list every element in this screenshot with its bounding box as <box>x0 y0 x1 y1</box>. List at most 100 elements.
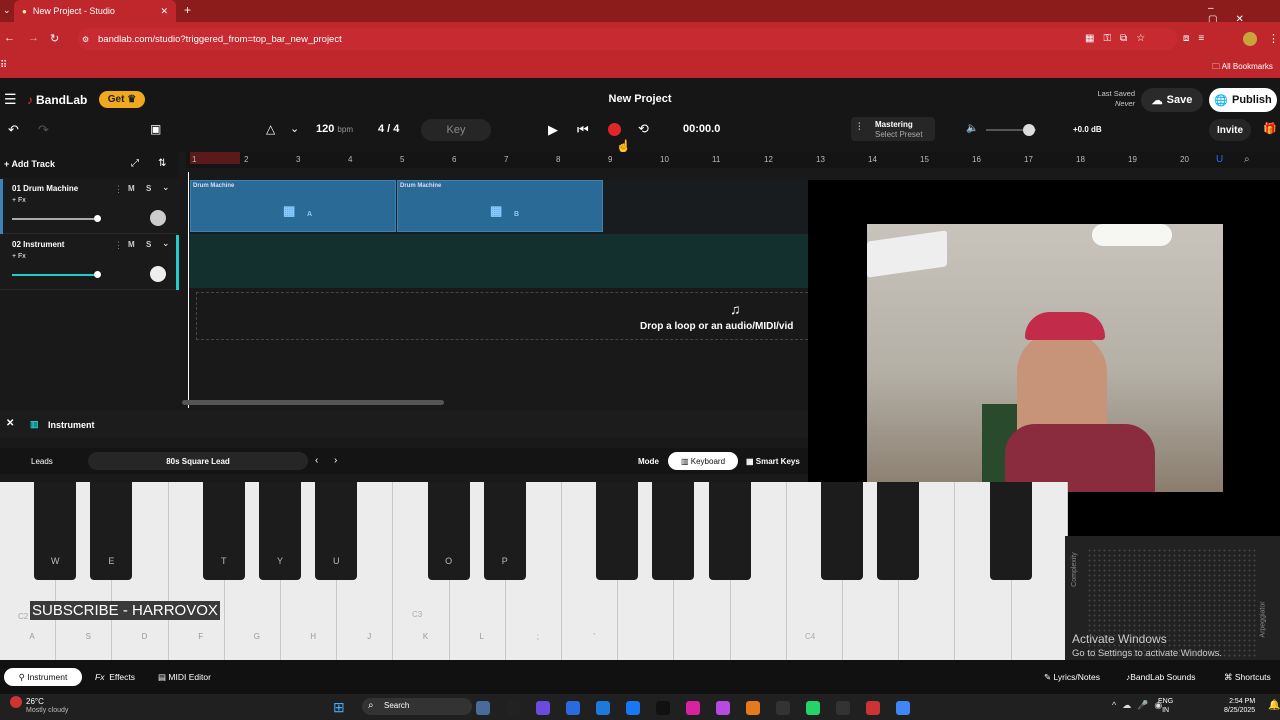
site-info-icon[interactable]: ⚙ <box>82 35 89 44</box>
clip-b[interactable]: Drum Machine ▦ B <box>397 180 603 232</box>
taskbar-app-icon[interactable] <box>746 701 760 715</box>
apps-grid-icon[interactable]: ⠿ <box>0 60 7 71</box>
fx-button[interactable]: + Fx <box>12 253 26 260</box>
notification-icon[interactable]: 🔔 <box>1268 700 1280 711</box>
hamburger-icon[interactable]: ☰ <box>4 91 17 108</box>
browser-tab[interactable]: ● New Project - Studio ✕ <box>14 0 176 22</box>
track-expand-icon[interactable]: ⌄ <box>162 182 170 193</box>
solo-button[interactable]: S <box>146 184 151 193</box>
back-icon[interactable]: ← <box>4 32 15 44</box>
timeline-ruler[interactable]: 1 2 3 4 5 6 7 8 9 10 11 12 13 14 15 16 17 18 19 20 U ⌕ <box>186 152 1280 168</box>
windows-start-icon[interactable]: ⊞ <box>333 699 345 716</box>
taskbar-app-icon[interactable] <box>866 701 880 715</box>
taskbar-app-icon[interactable] <box>806 701 820 715</box>
smart-keys-button[interactable]: ▦ Smart Keys <box>746 457 800 466</box>
drop-zone[interactable]: ♫ Drop a loop or an audio/MIDI/vid <box>196 292 808 340</box>
reload-icon[interactable]: ↻ <box>50 32 59 45</box>
playhead[interactable] <box>188 172 189 408</box>
taskbar-app-icon[interactable] <box>716 701 730 715</box>
tab-close-icon[interactable]: ✕ <box>160 6 168 17</box>
skip-back-icon[interactable]: ⏮ <box>577 122 589 138</box>
automation-icon[interactable]: ⤢ <box>131 158 139 169</box>
piano-keyboard[interactable]: A S D F G H J K L; ' W E T Y U O P <box>0 482 1068 660</box>
weather-temp[interactable]: 26°C <box>26 697 44 706</box>
get-membership-button[interactable]: Get ♛ <box>99 91 145 108</box>
taskbar-app-icon[interactable] <box>686 701 700 715</box>
taskbar-app-icon[interactable] <box>566 701 580 715</box>
track-volume-slider[interactable] <box>12 274 98 276</box>
black-key[interactable] <box>877 482 920 580</box>
forward-icon[interactable]: → <box>28 32 39 44</box>
tab-lyrics[interactable]: ✎ Lyrics/Notes <box>1044 672 1100 683</box>
black-key[interactable] <box>652 482 695 580</box>
taskbar-app-icon[interactable] <box>506 701 520 715</box>
weather-desc[interactable]: Mostly cloudy <box>26 707 68 714</box>
solo-button[interactable]: S <box>146 240 151 249</box>
tab-shortcuts[interactable]: ⌘ Shortcuts <box>1224 672 1271 683</box>
track-header-drum[interactable]: 01 Drum Machine + Fx ⋮ M S ⌄ <box>0 179 178 234</box>
black-key[interactable] <box>708 482 751 580</box>
next-preset-icon[interactable]: › <box>334 455 337 466</box>
taskbar-app-icon[interactable] <box>476 701 490 715</box>
url-field[interactable]: ⚙ bandlab.com/studio?triggered_from=top_… <box>78 28 1178 50</box>
tab-midi-editor[interactable]: ▤ MIDI Editor <box>158 672 211 683</box>
prev-preset-icon[interactable]: ‹ <box>315 455 318 466</box>
tab-search-chevron-icon[interactable]: ⌄ <box>3 5 11 16</box>
record-button[interactable] <box>608 123 621 136</box>
taskbar-app-icon[interactable] <box>536 701 550 715</box>
black-key[interactable] <box>596 482 639 580</box>
black-key[interactable]: O <box>427 482 470 580</box>
black-key[interactable]: P <box>483 482 526 580</box>
mute-button[interactable]: M <box>128 184 135 193</box>
lane-instrument[interactable] <box>188 234 808 288</box>
zoom-icon[interactable]: ⌕ <box>1244 154 1250 165</box>
loop-region[interactable] <box>190 152 240 164</box>
track-menu-icon[interactable]: ⋮ <box>114 184 123 195</box>
mute-speaker-icon[interactable]: 🔈 <box>966 123 978 134</box>
taskbar-app-icon[interactable] <box>596 701 610 715</box>
project-title[interactable]: New Project <box>540 93 740 105</box>
snap-magnet-icon[interactable]: U <box>1216 154 1223 165</box>
tab-instrument[interactable]: ⚲ Instrument <box>4 668 82 686</box>
mute-button[interactable]: M <box>128 240 135 249</box>
taskbar-search[interactable]: ⌕ Search <box>362 698 472 715</box>
black-key[interactable] <box>989 482 1032 580</box>
redo-icon[interactable]: ↷ <box>38 122 49 138</box>
black-key[interactable]: E <box>90 482 133 580</box>
track-pan-knob[interactable] <box>150 266 166 282</box>
menu-icon[interactable]: ⋮ <box>1268 32 1279 45</box>
metronome-icon[interactable]: △ <box>266 122 275 136</box>
extensions-icons[interactable]: ⧈≡ <box>1183 33 1213 44</box>
publish-button[interactable]: 🌐 Publish <box>1209 88 1277 112</box>
taskbar-app-icon[interactable] <box>896 701 910 715</box>
language-indicator[interactable]: ENG IN <box>1158 697 1173 715</box>
track-header-instrument[interactable]: 02 Instrument + Fx ⋮ M S ⌄ <box>0 235 179 290</box>
fx-button[interactable]: + Fx <box>12 197 26 204</box>
undo-icon[interactable]: ↶ <box>8 122 19 138</box>
black-key[interactable]: U <box>315 482 358 580</box>
all-bookmarks[interactable]: 🗀 All Bookmarks <box>1212 61 1273 75</box>
master-volume-knob[interactable] <box>1023 124 1035 136</box>
address-bar-actions[interactable]: ▦⚿⧉☆ <box>1085 33 1154 44</box>
invite-button[interactable]: Invite <box>1209 119 1251 141</box>
layout-icon[interactable]: ▣ <box>150 122 161 136</box>
mastering-button[interactable]: ⫶ Mastering Select Preset <box>851 117 935 141</box>
play-icon[interactable]: ▶ <box>548 122 558 138</box>
track-expand-icon[interactable]: ⌄ <box>162 238 170 249</box>
track-settings-icon[interactable]: ⇅ <box>158 158 166 169</box>
tab-effects[interactable]: Fx Effects <box>95 672 135 682</box>
track-volume-slider[interactable] <box>12 218 98 220</box>
save-button[interactable]: ☁ Save <box>1141 88 1203 112</box>
metronome-chevron-icon[interactable]: ⌄ <box>290 122 299 135</box>
track-name[interactable]: 01 Drum Machine <box>12 184 78 193</box>
weather-icon[interactable] <box>10 696 22 708</box>
gift-icon[interactable]: 🎁 <box>1263 122 1277 135</box>
track-pan-knob[interactable] <box>150 210 166 226</box>
add-track-button[interactable]: + Add Track <box>4 159 55 169</box>
track-volume-handle[interactable] <box>94 271 101 278</box>
profile-avatar[interactable] <box>1243 32 1257 46</box>
clock[interactable]: 2:54 PM 8/25/2025 <box>1224 697 1255 715</box>
horizontal-scrollbar[interactable] <box>182 400 444 405</box>
clip-a[interactable]: Drum Machine ▦ A <box>190 180 396 232</box>
track-volume-handle[interactable] <box>94 215 101 222</box>
